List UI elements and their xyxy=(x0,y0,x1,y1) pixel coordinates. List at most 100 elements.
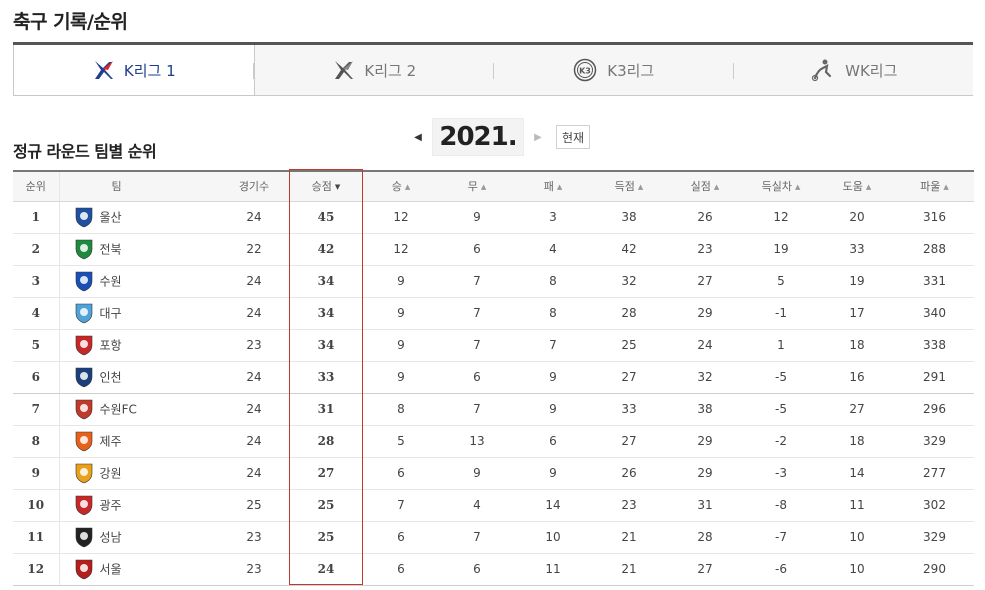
rank-cell: 10 xyxy=(13,489,60,522)
assists-cell: 10 xyxy=(819,521,895,554)
assists-cell: 27 xyxy=(819,393,895,426)
team-cell[interactable]: 수원 xyxy=(59,265,219,298)
gd-cell: -8 xyxy=(743,489,819,522)
losses-cell: 8 xyxy=(515,297,591,330)
fouls-cell: 302 xyxy=(895,489,974,522)
team-cell[interactable]: 전북 xyxy=(59,233,219,266)
draws-cell: 6 xyxy=(439,233,515,266)
col-label: 득실차 xyxy=(761,180,792,194)
played-cell: 23 xyxy=(219,521,289,554)
tab-kleague2[interactable]: K리그 2 xyxy=(255,45,494,95)
points-cell: 33 xyxy=(289,361,363,394)
gd-cell: 12 xyxy=(743,201,819,234)
caret-left-icon[interactable]: ◀ xyxy=(410,127,426,147)
team-name: 포항 xyxy=(99,338,122,353)
team-cell[interactable]: 수원FC xyxy=(59,393,219,426)
gd-cell: -1 xyxy=(743,297,819,330)
col-losses[interactable]: 패 ▲ xyxy=(515,171,591,202)
team-cell[interactable]: 서울 xyxy=(59,553,219,586)
rank-cell: 11 xyxy=(13,521,60,554)
col-label: 패 xyxy=(543,180,554,194)
team-crest-icon xyxy=(75,431,92,452)
tab-k3league[interactable]: K3 K3리그 xyxy=(494,45,734,95)
gf-cell: 27 xyxy=(591,361,667,394)
fouls-cell: 329 xyxy=(895,521,974,554)
played-cell: 23 xyxy=(219,329,289,362)
points-cell: 25 xyxy=(289,521,363,554)
rank-cell: 5 xyxy=(13,329,60,362)
losses-cell: 10 xyxy=(515,521,591,554)
played-cell: 24 xyxy=(219,457,289,490)
rank-cell: 1 xyxy=(13,201,60,234)
col-wins[interactable]: 승 ▲ xyxy=(363,171,439,202)
col-ga[interactable]: 실점 ▲ xyxy=(667,171,743,202)
fouls-cell: 316 xyxy=(895,201,974,234)
assists-cell: 10 xyxy=(819,553,895,586)
kleague2-logo-icon xyxy=(332,59,354,81)
team-cell[interactable]: 성남 xyxy=(59,521,219,554)
draws-cell: 4 xyxy=(439,489,515,522)
tab-label: K3리그 xyxy=(607,61,655,80)
table-row: 6 인천 24 33 9 6 9 27 32 -5 16 291 xyxy=(13,361,974,394)
wins-cell: 12 xyxy=(363,201,439,234)
k3league-logo-icon: K3 xyxy=(573,58,597,82)
col-label: 무 xyxy=(467,180,478,194)
table-row: 5 포항 23 34 9 7 7 25 24 1 18 338 xyxy=(13,329,974,362)
team-crest-icon xyxy=(75,303,92,324)
team-name: 전북 xyxy=(99,242,122,257)
played-cell: 22 xyxy=(219,233,289,266)
team-name: 대구 xyxy=(99,306,122,321)
team-cell[interactable]: 제주 xyxy=(59,425,219,458)
team-crest-icon xyxy=(75,239,92,260)
ga-cell: 32 xyxy=(667,361,743,394)
year-display: 2021. xyxy=(432,118,524,156)
col-assists[interactable]: 도움 ▲ xyxy=(819,171,895,202)
team-crest-icon xyxy=(75,559,92,580)
tab-label: K리그 2 xyxy=(364,61,417,80)
fouls-cell: 338 xyxy=(895,329,974,362)
sort-asc-icon: ▲ xyxy=(637,183,644,192)
tab-label: WK리그 xyxy=(845,61,898,80)
col-points[interactable]: 승점 ▼ xyxy=(289,171,363,202)
gd-cell: 1 xyxy=(743,329,819,362)
wins-cell: 9 xyxy=(363,329,439,362)
points-cell: 31 xyxy=(289,393,363,426)
draws-cell: 6 xyxy=(439,553,515,586)
col-gf[interactable]: 득점 ▲ xyxy=(591,171,667,202)
table-header-row: 순위 팀 경기수 승점 ▼ 승 ▲ 무 ▲ 패 ▲ 득점 ▲ 실점 ▲ 득실차 ▲ 도움 ▲ 파… xyxy=(13,171,974,202)
table-row: 9 강원 24 27 6 9 9 26 29 -3 14 277 xyxy=(13,457,974,490)
gf-cell: 42 xyxy=(591,233,667,266)
team-cell[interactable]: 광주 xyxy=(59,489,219,522)
col-gd[interactable]: 득실차 ▲ xyxy=(743,171,819,202)
assists-cell: 20 xyxy=(819,201,895,234)
team-cell[interactable]: 강원 xyxy=(59,457,219,490)
team-cell[interactable]: 대구 xyxy=(59,297,219,330)
team-cell[interactable]: 울산 xyxy=(59,201,219,234)
ga-cell: 29 xyxy=(667,297,743,330)
sort-asc-icon: ▲ xyxy=(794,183,801,192)
table-row: 1 울산 24 45 12 9 3 38 26 12 20 316 xyxy=(13,201,974,234)
tab-kleague1[interactable]: K리그 1 xyxy=(13,45,255,95)
col-draws[interactable]: 무 ▲ xyxy=(439,171,515,202)
points-cell: 42 xyxy=(289,233,363,266)
gf-cell: 32 xyxy=(591,265,667,298)
tab-wkleague[interactable]: WK리그 xyxy=(734,45,974,95)
fouls-cell: 288 xyxy=(895,233,974,266)
points-cell: 27 xyxy=(289,457,363,490)
current-button[interactable]: 현재 xyxy=(556,125,590,149)
points-cell: 34 xyxy=(289,265,363,298)
fouls-cell: 277 xyxy=(895,457,974,490)
col-fouls[interactable]: 파울 ▲ xyxy=(895,171,974,202)
team-name: 성남 xyxy=(99,530,122,545)
gd-cell: -2 xyxy=(743,425,819,458)
team-name: 수원 xyxy=(99,274,122,289)
played-cell: 24 xyxy=(219,393,289,426)
col-label: 승 xyxy=(391,180,402,194)
team-cell[interactable]: 포항 xyxy=(59,329,219,362)
ga-cell: 27 xyxy=(667,553,743,586)
team-crest-icon xyxy=(75,463,92,484)
gf-cell: 27 xyxy=(591,425,667,458)
draws-cell: 9 xyxy=(439,457,515,490)
caret-right-icon[interactable]: ▶ xyxy=(530,127,546,147)
team-cell[interactable]: 인천 xyxy=(59,361,219,394)
